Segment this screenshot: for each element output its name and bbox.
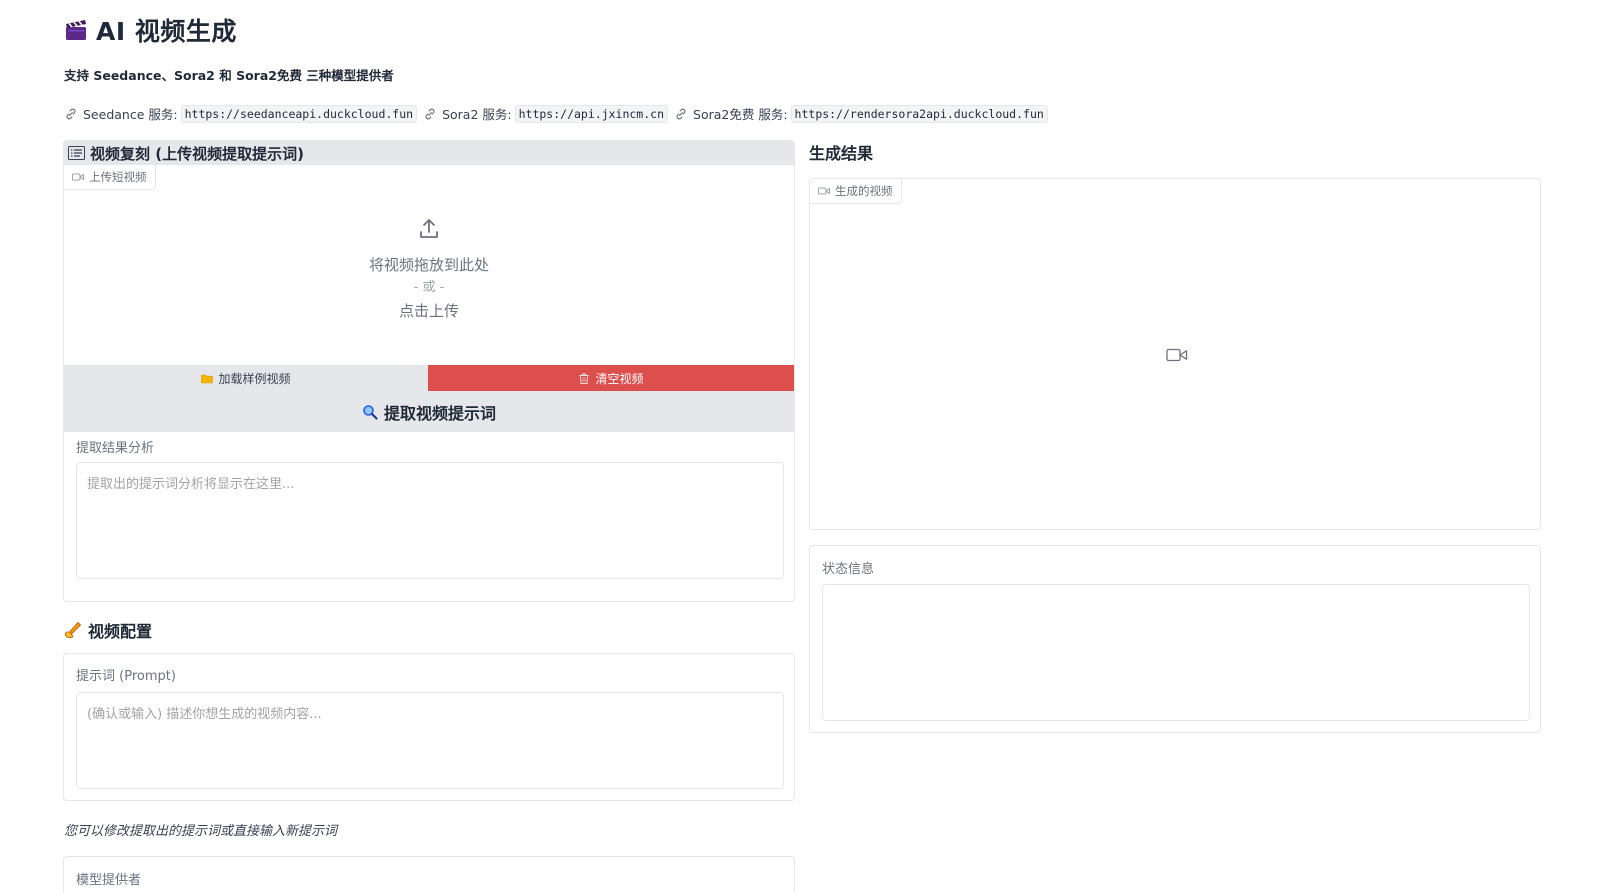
upload-tag: 上传短视频 (64, 165, 156, 190)
service-sora2-free: Sora2免费 服务: https://rendersora2api.duckc… (674, 104, 1048, 123)
upload-prompt: 将视频拖放到此处 - 或 - 点击上传 (64, 217, 794, 323)
load-sample-label: 加载样例视频 (218, 371, 291, 386)
extract-prompt-button[interactable]: 提取视频提示词 (64, 391, 794, 432)
video-tag: 生成的视频 (810, 179, 902, 204)
prompt-panel: 提示词 (Prompt) (确认或输入) 描述你想生成的视频内容... (63, 653, 795, 801)
video-placeholder-icon (1166, 348, 1188, 362)
generated-video-panel: 生成的视频 (809, 178, 1541, 530)
service-label: Sora2 服务: (442, 107, 512, 122)
status-label: 状态信息 (822, 562, 875, 577)
list-icon (68, 146, 85, 160)
extract-result-placeholder: 提取出的提示词分析将显示在这里... (87, 477, 295, 492)
click-upload-text: 点击上传 (398, 302, 459, 320)
folder-icon (201, 374, 214, 383)
video-camera-icon (818, 187, 830, 195)
page-title-text: AI 视频生成 (96, 17, 237, 46)
provider-label: 模型提供者 (76, 873, 142, 888)
trash-icon (579, 373, 589, 384)
page-title: AI 视频生成 (64, 12, 237, 48)
upload-icon (420, 219, 438, 238)
replicate-title: 视频复刻 (上传视频提取提示词) (90, 144, 304, 163)
service-url: https://rendersora2api.duckcloud.fun (790, 104, 1048, 123)
prompt-hint: 您可以修改提取出的提示词或直接输入新提示词 (64, 824, 338, 839)
replicate-header: 视频复刻 (上传视频提取提示词) (64, 141, 794, 165)
prompt-label: 提示词 (Prompt) (76, 669, 176, 684)
status-textarea[interactable] (822, 584, 1530, 721)
config-title-text: 视频配置 (88, 622, 153, 641)
status-panel: 状态信息 (809, 545, 1541, 733)
link-icon (66, 108, 76, 119)
clapperboard-icon (66, 20, 86, 40)
service-sora2: Sora2 服务: https://api.jxincm.cn (423, 104, 669, 123)
service-links: Seedance 服务: https://seedanceapi.duckclo… (64, 104, 1054, 123)
upload-actions: 加载样例视频 清空视频 (64, 365, 794, 391)
video-tag-label: 生成的视频 (835, 184, 893, 198)
extract-prompt-label: 提取视频提示词 (383, 403, 496, 423)
subtitle: 支持 Seedance、Sora2 和 Sora2免费 三种模型提供者 (64, 68, 394, 83)
load-sample-button[interactable]: 加载样例视频 (64, 365, 428, 391)
service-seedance: Seedance 服务: https://seedanceapi.duckclo… (64, 104, 418, 123)
drop-text: 将视频拖放到此处 (368, 256, 489, 274)
clear-video-label: 清空视频 (595, 371, 644, 386)
clear-video-button[interactable]: 清空视频 (428, 365, 794, 391)
video-upload-dropzone[interactable]: 上传短视频 将视频拖放到此处 - 或 - 点击上传 (64, 165, 794, 365)
upload-tag-label: 上传短视频 (89, 170, 147, 184)
config-title: 视频配置 (64, 618, 152, 642)
link-icon (676, 108, 686, 119)
writing-hand-icon (64, 621, 82, 639)
replicate-panel: 视频复刻 (上传视频提取提示词) 上传短视频 将视频拖放到此处 - 或 - 点击… (63, 140, 795, 602)
link-icon (425, 108, 435, 119)
extract-result-label: 提取结果分析 (76, 441, 155, 456)
prompt-placeholder: (确认或输入) 描述你想生成的视频内容... (87, 707, 322, 722)
prompt-textarea[interactable]: (确认或输入) 描述你想生成的视频内容... (76, 692, 784, 789)
provider-panel: 模型提供者 (63, 856, 795, 893)
service-label: Sora2免费 服务: (693, 107, 788, 122)
or-text: - 或 - (413, 280, 445, 295)
magnifier-icon (363, 404, 378, 420)
extract-result-textarea[interactable]: 提取出的提示词分析将显示在这里... (76, 462, 784, 579)
service-url: https://seedanceapi.duckcloud.fun (180, 104, 418, 123)
service-url: https://api.jxincm.cn (514, 104, 669, 123)
video-camera-icon (72, 173, 84, 181)
service-label: Seedance 服务: (83, 107, 178, 122)
result-title: 生成结果 (809, 144, 874, 163)
